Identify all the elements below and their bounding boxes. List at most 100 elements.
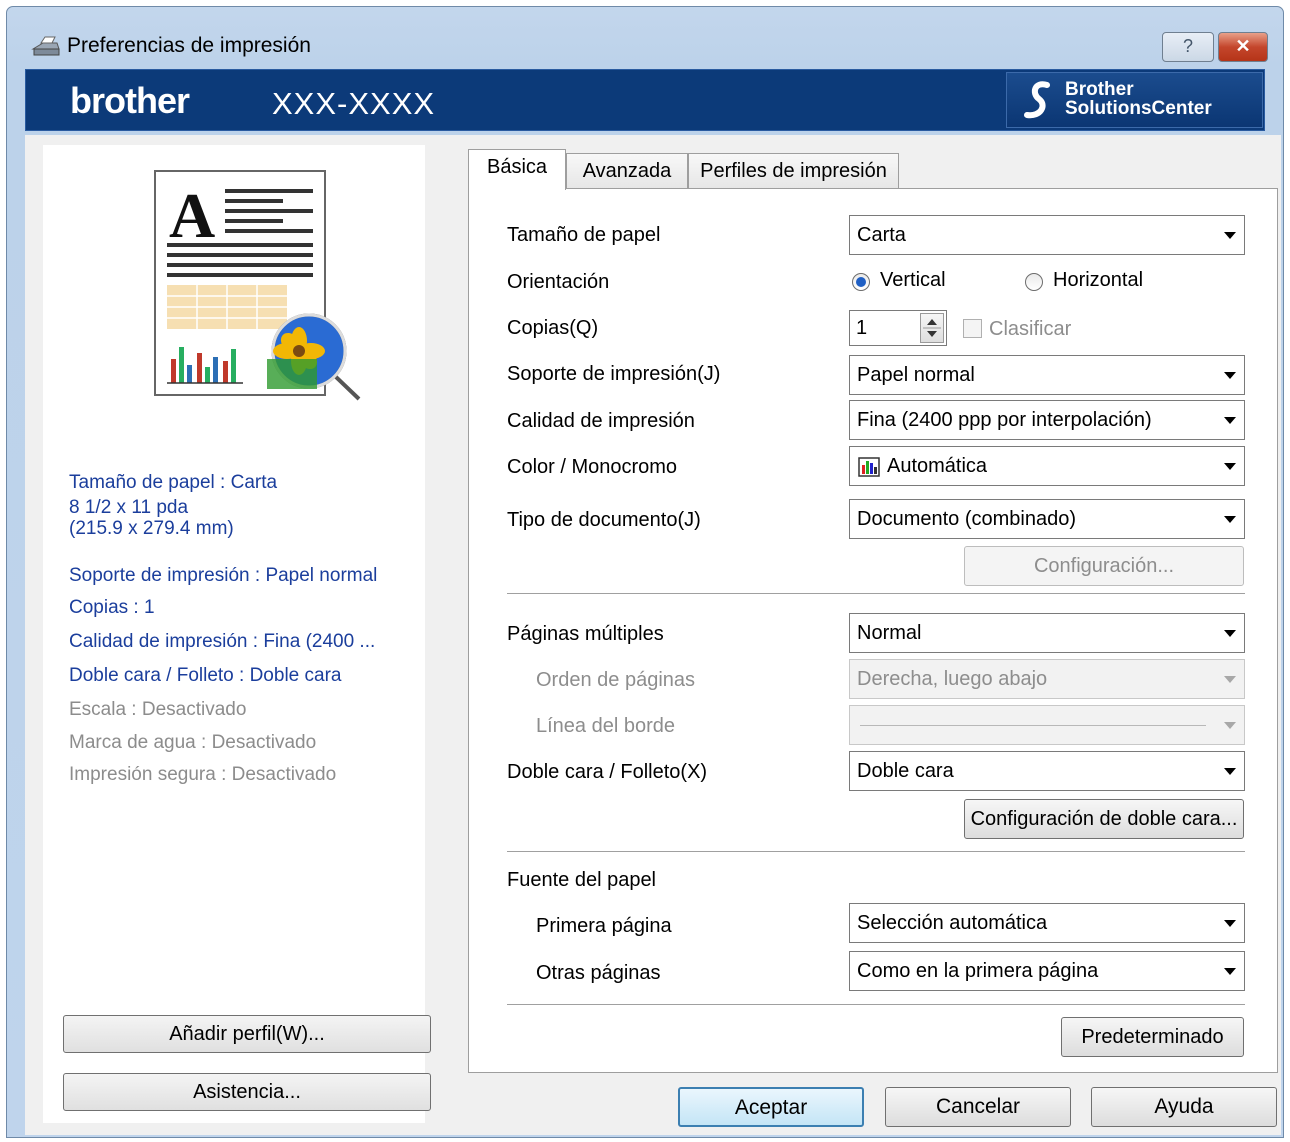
default-button[interactable]: Predeterminado [1061, 1017, 1244, 1057]
summary-secure-print: Impresión segura : Desactivado [69, 764, 337, 785]
help-button[interactable]: Ayuda [1091, 1087, 1277, 1127]
print-quality-value: Fina (2400 ppp por interpolación) [857, 409, 1152, 431]
cancel-button[interactable]: Cancelar [885, 1087, 1071, 1127]
summary-duplex: Doble cara / Folleto : Doble cara [69, 665, 342, 686]
multiple-pages-dropdown[interactable]: Normal [849, 613, 1245, 653]
page-preview-illustration: A [154, 170, 361, 401]
copies-stepper[interactable] [920, 313, 944, 343]
page-order-value: Derecha, luego abajo [857, 668, 1048, 690]
duplex-settings-button[interactable]: Configuración de doble cara... [964, 799, 1244, 839]
solutions-center-button[interactable]: Brother SolutionsCenter [1006, 72, 1263, 128]
chevron-down-icon [1224, 722, 1236, 729]
collate-label[interactable]: Clasificar [989, 318, 1071, 341]
paper-size-value: Carta [857, 224, 906, 246]
document-type-value: Documento (combinado) [857, 508, 1076, 530]
color-mode-dropdown[interactable]: Automática [849, 446, 1245, 486]
chevron-down-icon [1224, 676, 1236, 683]
summary-copies: Copias : 1 [69, 597, 155, 618]
summary-media-type: Soporte de impresión : Papel normal [69, 565, 378, 586]
window-title: Preferencias de impresión [67, 34, 311, 57]
stepper-arrows-icon [923, 319, 941, 337]
print-quality-dropdown[interactable]: Fina (2400 ppp por interpolación) [849, 400, 1245, 440]
border-line-label: Línea del borde [536, 715, 676, 737]
other-pages-value: Como en la primera página [857, 960, 1099, 982]
print-quality-label: Calidad de impresión [507, 410, 695, 432]
brother-logo: brother [70, 80, 190, 121]
chevron-down-icon [1224, 463, 1236, 470]
orientation-horizontal-label[interactable]: Horizontal [1053, 269, 1143, 292]
orientation-vertical-radio[interactable] [852, 273, 870, 291]
chevron-down-icon [1224, 417, 1236, 424]
border-line-dropdown[interactable] [849, 705, 1245, 745]
multiple-pages-label: Páginas múltiples [507, 623, 664, 645]
color-mode-label: Color / Monocromo [507, 456, 678, 478]
border-line-sample [860, 725, 1206, 726]
color-mode-icon [858, 457, 880, 477]
collate-checkbox[interactable] [963, 319, 982, 338]
basic-tab-panel: Tamaño de papel Carta Orientación Vertic… [468, 188, 1278, 1073]
printer-model: XXX-XXXX [272, 86, 436, 121]
support-button[interactable]: Asistencia... [63, 1073, 431, 1111]
chevron-down-icon [1224, 968, 1236, 975]
paper-source-label: Fuente del papel [507, 869, 657, 891]
chevron-down-icon [1224, 232, 1236, 239]
settings-summary-panel: A Tamaño de papel: Carta 8 1/2 x 11 pda… [43, 145, 425, 1123]
orientation-horizontal-radio[interactable] [1025, 273, 1043, 291]
chevron-down-icon [1224, 630, 1236, 637]
brand-header: brother XXX-XXXX Brother SolutionsCenter [25, 69, 1265, 131]
paper-size-label: Tamaño de papel [507, 224, 661, 246]
duplex-booklet-label: Doble cara / Folleto(X) [507, 761, 708, 783]
summary-scale: Escala : Desactivado [69, 699, 247, 720]
first-page-dropdown[interactable]: Selección automática [849, 903, 1245, 943]
summary-print-quality: Calidad de impresión : Fina (2400 ... [69, 631, 376, 652]
solutions-center-line1: Brother [1065, 79, 1134, 100]
chevron-down-icon [1224, 516, 1236, 523]
page-order-dropdown[interactable]: Derecha, luego abajo [849, 659, 1245, 699]
divider [507, 593, 1245, 594]
media-type-dropdown[interactable]: Papel normal [849, 355, 1245, 395]
close-button[interactable]: ✕ [1218, 32, 1268, 62]
solutions-center-line2: SolutionsCenter [1065, 98, 1212, 119]
paper-size-dropdown[interactable]: Carta [849, 215, 1245, 255]
tab-basic[interactable]: Básica [468, 149, 566, 190]
help-caption-button[interactable]: ? [1162, 32, 1214, 62]
dialog-body: A Tamaño de papel: Carta 8 1/2 x 11 pda… [25, 135, 1281, 1135]
summary-paper-dimensions-mm: (215.9 x 279.4 mm) [69, 518, 234, 539]
print-preferences-window: Preferencias de impresión ? ✕ brother XX… [6, 6, 1284, 1138]
ok-button[interactable]: Aceptar [678, 1087, 864, 1127]
document-type-dropdown[interactable]: Documento (combinado) [849, 499, 1245, 539]
orientation-label: Orientación [507, 271, 610, 293]
add-profile-button[interactable]: Añadir perfil(W)... [63, 1015, 431, 1053]
first-page-value: Selección automática [857, 912, 1048, 934]
media-type-label: Soporte de impresión(J) [507, 363, 721, 385]
page-order-label: Orden de páginas [536, 669, 696, 691]
printer-icon [31, 36, 60, 56]
chevron-down-icon [1224, 768, 1236, 775]
summary-watermark: Marca de agua : Desactivado [69, 732, 317, 753]
chevron-down-icon [1224, 920, 1236, 927]
first-page-label: Primera página [536, 915, 672, 937]
copies-label: Copias(Q) [507, 317, 599, 339]
summary-paper-size: Tamaño de papel : Carta [69, 472, 278, 493]
chevron-down-icon [1224, 372, 1236, 379]
copies-value: 1 [856, 317, 868, 339]
document-type-label: Tipo de documento(J) [507, 509, 701, 531]
copies-spinner[interactable]: 1 [849, 310, 947, 346]
duplex-booklet-dropdown[interactable]: Doble cara [849, 751, 1245, 791]
summary-paper-dimensions-inches: 8 1/2 x 11 pda [69, 497, 189, 518]
svg-text:A: A [169, 180, 215, 251]
orientation-vertical-label[interactable]: Vertical [880, 269, 946, 292]
document-settings-button[interactable]: Configuración... [964, 546, 1244, 586]
media-type-value: Papel normal [857, 364, 975, 386]
title-bar[interactable]: Preferencias de impresión ? ✕ [7, 7, 1283, 67]
divider [507, 851, 1245, 852]
other-pages-label: Otras páginas [536, 962, 661, 984]
solutions-center-icon [1024, 81, 1050, 119]
solutions-center-label: Brother SolutionsCenter [1065, 80, 1212, 118]
divider [507, 1004, 1245, 1005]
other-pages-dropdown[interactable]: Como en la primera página [849, 951, 1245, 991]
tab-print-profiles[interactable]: Perfiles de impresión [688, 153, 899, 189]
multiple-pages-value: Normal [857, 622, 922, 644]
duplex-booklet-value: Doble cara [857, 760, 954, 782]
tab-advanced[interactable]: Avanzada [566, 153, 688, 189]
